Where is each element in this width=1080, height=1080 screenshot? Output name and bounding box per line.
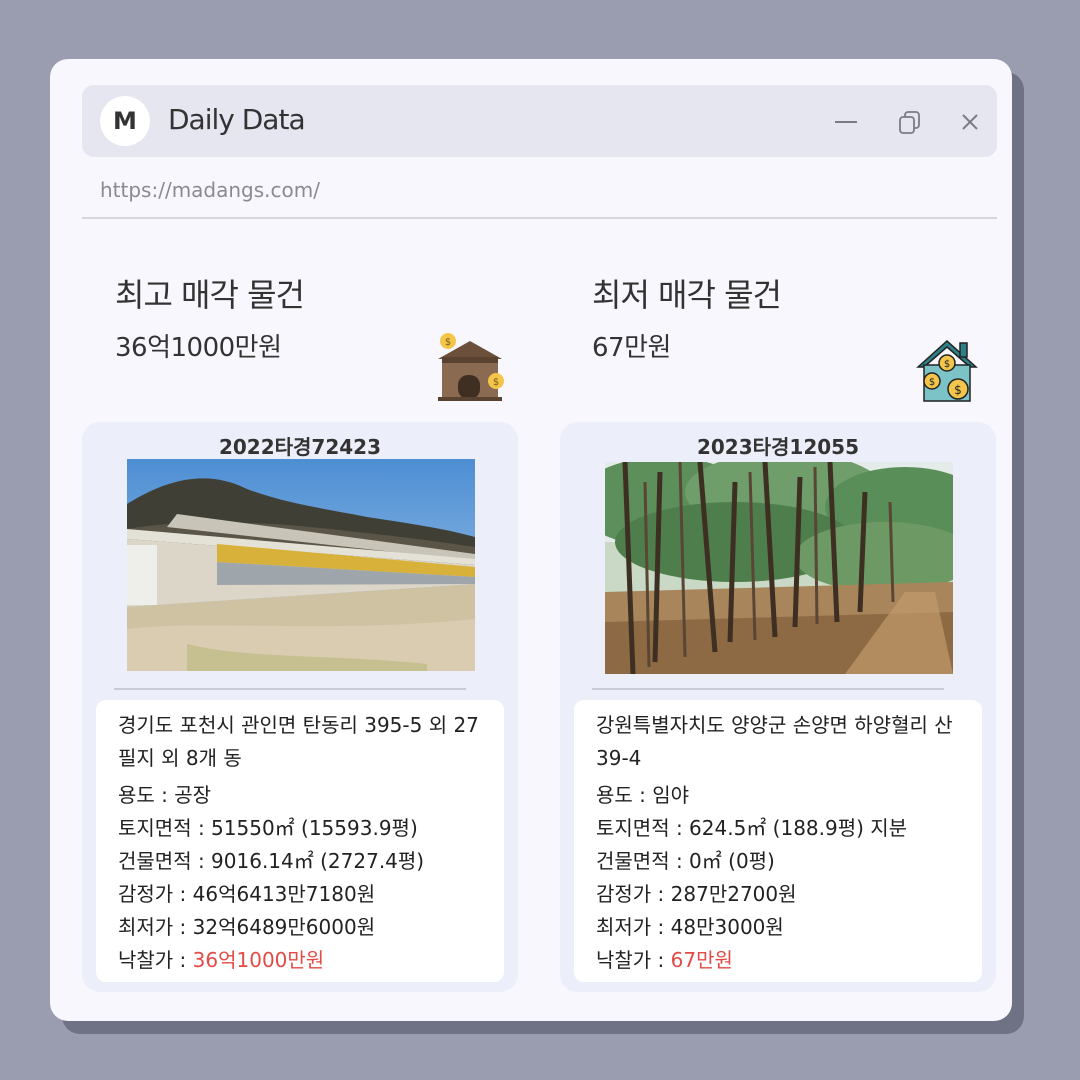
land-area-text: 토지면적 : 51550㎡ (15593.9평) [118,816,418,840]
card-divider [114,688,466,690]
appraisal-text: 감정가 : 46억6413만7180원 [118,882,376,906]
svg-text:$: $ [954,383,962,397]
winning-bid-row: 낙찰가 : 36억1000만원 [118,944,324,973]
building-area-text: 건물면적 : 9016.14㎡ (2727.4평) [118,849,425,873]
minimize-button[interactable] [829,105,863,139]
address-text: 강원특별자치도 양양군 손양면 하양혈리 산39-4 [596,713,953,770]
winning-bid-row: 낙찰가 : 67만원 [596,944,733,973]
avatar: M [100,96,150,146]
usage-text: 용도 : 공장 [118,783,212,807]
house-dollar-icon: $ $ $ [916,339,978,402]
card-divider [592,688,944,690]
property-info: 경기도 포천시 관인면 탄동리 395-5 외 27 필지 외 8개 동 용도 … [96,700,504,982]
case-number: 2023타경12055 [696,435,860,459]
factory-building-photo [127,459,475,671]
winning-bid-value: 36억1000만원 [192,948,325,972]
highest-card[interactable]: 2022타경72423 경기도 포천시 관인면 탄동리 395-5 외 27 필… [82,422,518,992]
pine-forest-photo [605,462,953,674]
copy-icon [899,111,920,134]
winning-bid-value: 67만원 [670,948,733,972]
usage-text: 용도 : 임야 [596,783,690,807]
url-text[interactable]: https://madangs.com/ [100,178,320,202]
minimum-price-text: 최저가 : 32억6489만6000원 [118,915,376,939]
house-coins-icon: $ $ [438,333,504,401]
winning-bid-label: 낙찰가 : [596,948,671,972]
building-area-text: 건물면적 : 0㎡ (0평) [596,849,775,873]
appraisal-text: 감정가 : 287만2700원 [596,882,797,906]
url-divider [82,217,997,219]
minimize-icon [835,121,857,123]
minimum-price-text: 최저가 : 48만3000원 [596,915,784,939]
lowest-heading: 최저 매각 물건 [592,276,782,314]
land-area-text: 토지면적 : 624.5㎡ (188.9평) 지분 [596,816,908,840]
lowest-card[interactable]: 2023타경12055 강원특별자치도 양양군 손양면 하양혈리 산39-4 용… [560,422,996,992]
svg-text:$: $ [493,377,499,388]
highest-price: 36억1000만원 [115,333,282,363]
app-title: Daily Data [168,103,306,136]
title-bar: M Daily Data [82,85,997,157]
svg-text:$: $ [944,359,950,370]
address-text: 경기도 포천시 관인면 탄동리 395-5 외 27 필지 외 8개 동 [118,713,479,770]
copy-button[interactable] [893,105,927,139]
case-number: 2022타경72423 [218,435,382,459]
lowest-price: 67만원 [592,333,671,363]
winning-bid-label: 낙찰가 : [118,948,193,972]
close-button[interactable] [953,105,987,139]
highest-heading: 최고 매각 물건 [115,276,305,314]
property-info: 강원특별자치도 양양군 손양면 하양혈리 산39-4 용도 : 임야 토지면적 … [574,700,982,982]
svg-text:$: $ [929,377,935,388]
app-window: M Daily Data https://madangs.com/ 최고 매각 … [50,59,1012,1021]
close-icon [962,114,978,130]
svg-text:$: $ [445,337,451,348]
